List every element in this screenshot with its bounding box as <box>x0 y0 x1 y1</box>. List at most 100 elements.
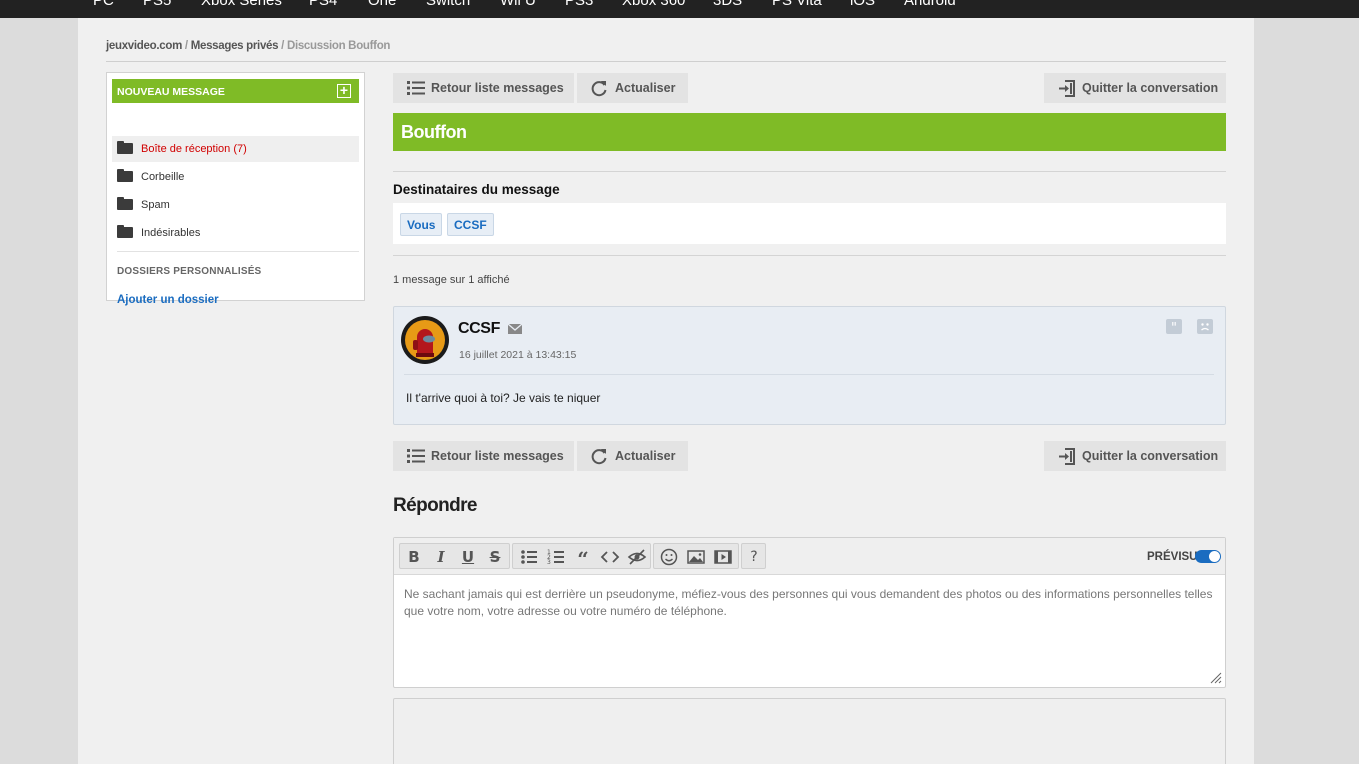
editor-toolbar: B I U S 1 2 3 “ ? PRÉVISU <box>394 538 1225 575</box>
nav-item[interactable]: Android <box>904 0 956 9</box>
breadcrumb-section-link[interactable]: Messages privés <box>191 40 279 52</box>
nav-item[interactable]: Switch <box>426 0 470 9</box>
svg-text:3: 3 <box>547 559 551 566</box>
sidebar-item-label: Spam <box>141 199 170 211</box>
sidebar: NOUVEAU MESSAGE + Boîte de réception (7)… <box>106 72 365 306</box>
report-icon[interactable] <box>1197 319 1213 334</box>
help-group: ? <box>741 543 766 569</box>
sidebar-item-trash[interactable]: Corbeille <box>112 164 359 190</box>
quit-conversation-label: Quitter la conversation <box>1082 81 1219 95</box>
code-icon[interactable] <box>600 547 620 567</box>
sidebar-divider <box>117 251 359 252</box>
folder-icon <box>117 169 133 182</box>
nav-item[interactable]: 3DS <box>713 0 742 9</box>
media-group <box>653 543 739 569</box>
breadcrumb-separator: / <box>182 40 191 52</box>
recipient-tag[interactable]: CCSF <box>447 213 494 236</box>
italic-button[interactable]: I <box>431 547 451 567</box>
preview-label: PRÉVISU <box>1147 551 1198 563</box>
conversation-title: Bouffon <box>401 122 467 142</box>
underline-button[interactable]: U <box>458 547 478 567</box>
exit-icon <box>1059 80 1075 97</box>
refresh-label: Actualiser <box>615 449 676 463</box>
quote-block-icon[interactable]: “ <box>573 547 593 567</box>
recipients-title: Destinataires du message <box>393 182 560 197</box>
nav-item[interactable]: Xbox Series <box>201 0 282 9</box>
message-author[interactable]: CCSF <box>458 320 500 338</box>
recipients-box: Vous CCSF <box>393 203 1226 244</box>
preview-toggle[interactable] <box>1195 550 1221 563</box>
smiley-icon[interactable] <box>659 547 679 567</box>
quit-conversation-button[interactable]: Quitter la conversation <box>1044 441 1226 471</box>
video-icon[interactable] <box>713 547 733 567</box>
nav-item[interactable]: One <box>368 0 396 9</box>
sidebar-item-label: Indésirables <box>141 227 201 239</box>
breadcrumb: jeuxvideo.com / Messages privés / Discus… <box>106 40 390 52</box>
nav-item[interactable]: PS5 <box>143 0 171 9</box>
refresh-button[interactable]: Actualiser <box>577 73 688 103</box>
nav-item[interactable]: PS Vita <box>772 0 822 9</box>
breadcrumb-current: Discussion Bouffon <box>286 40 391 52</box>
breadcrumb-site-link[interactable]: jeuxvideo.com <box>106 40 182 52</box>
help-button[interactable]: ? <box>744 547 764 567</box>
format-group: B I U S <box>399 543 510 569</box>
recipient-tag[interactable]: Vous <box>400 213 443 236</box>
image-icon[interactable] <box>686 547 706 567</box>
conversation-title-bar: Bouffon <box>393 113 1226 151</box>
quit-conversation-button[interactable]: Quitter la conversation <box>1044 73 1226 103</box>
custom-folders-title: DOSSIERS PERSONNALISÉS <box>117 266 262 277</box>
folder-icon <box>117 225 133 238</box>
refresh-label: Actualiser <box>615 81 676 95</box>
resize-handle-icon[interactable] <box>1210 672 1222 684</box>
quote-icon[interactable]: " <box>1166 319 1182 334</box>
sidebar-item-label: Boîte de réception (7) <box>141 143 247 155</box>
mail-icon[interactable] <box>508 324 522 334</box>
bullet-list-icon[interactable] <box>519 547 539 567</box>
nav-item[interactable]: PS3 <box>565 0 593 9</box>
reply-textarea[interactable]: Ne sachant jamais qui est derrière un ps… <box>404 586 1219 620</box>
reply-title: Répondre <box>393 495 477 516</box>
numbered-list-icon[interactable]: 1 2 3 <box>546 547 566 567</box>
quit-conversation-label: Quitter la conversation <box>1082 449 1219 463</box>
add-folder-link[interactable]: Ajouter un dossier <box>117 294 219 306</box>
list-icon <box>407 449 425 463</box>
back-to-list-button[interactable]: Retour liste messages <box>393 73 574 103</box>
refresh-icon <box>591 449 607 465</box>
refresh-button[interactable]: Actualiser <box>577 441 688 471</box>
page-container: jeuxvideo.com / Messages privés / Discus… <box>78 18 1254 764</box>
divider <box>393 171 1226 172</box>
nav-item[interactable]: PC <box>93 0 114 9</box>
new-message-button[interactable]: NOUVEAU MESSAGE + <box>112 79 359 103</box>
spoiler-icon[interactable] <box>627 547 647 567</box>
message-body: Il t'arrive quoi à toi? Je vais te nique… <box>406 391 601 405</box>
message-divider <box>404 374 1214 375</box>
strikethrough-button[interactable]: S <box>485 547 505 567</box>
platform-nav: PC PS5 Xbox Series PS4 One Switch Wii U … <box>0 0 1359 18</box>
nav-item[interactable]: Wii U <box>500 0 536 9</box>
avatar[interactable] <box>401 316 449 364</box>
sidebar-item-inbox[interactable]: Boîte de réception (7) <box>112 136 359 162</box>
nav-item[interactable]: Xbox 360 <box>622 0 685 9</box>
breadcrumb-divider <box>106 61 1226 62</box>
svg-text:“: “ <box>577 547 589 567</box>
preview-area <box>393 698 1226 764</box>
back-to-list-label: Retour liste messages <box>431 81 564 95</box>
breadcrumb-separator: / <box>278 40 287 52</box>
sidebar-item-label: Corbeille <box>141 171 185 183</box>
svg-text:": " <box>1171 321 1177 334</box>
message-date: 16 juillet 2021 à 13:43:15 <box>459 349 577 361</box>
sidebar-item-spam[interactable]: Spam <box>112 192 359 218</box>
block-group: 1 2 3 “ <box>512 543 651 569</box>
message-card: CCSF 16 juillet 2021 à 13:43:15 " Il t'a… <box>393 306 1226 425</box>
divider <box>393 255 1226 256</box>
nav-item[interactable]: iOS <box>850 0 875 9</box>
new-message-label: NOUVEAU MESSAGE <box>117 86 225 98</box>
sidebar-item-undesirables[interactable]: Indésirables <box>112 220 359 246</box>
bold-button[interactable]: B <box>404 547 424 567</box>
reply-editor: B I U S 1 2 3 “ ? PRÉVISU Ne sachant jam… <box>393 537 1226 688</box>
folder-icon <box>117 141 133 154</box>
back-to-list-button[interactable]: Retour liste messages <box>393 441 574 471</box>
nav-item[interactable]: PS4 <box>309 0 337 9</box>
among-us-avatar-icon <box>413 329 435 357</box>
folder-icon <box>117 197 133 210</box>
